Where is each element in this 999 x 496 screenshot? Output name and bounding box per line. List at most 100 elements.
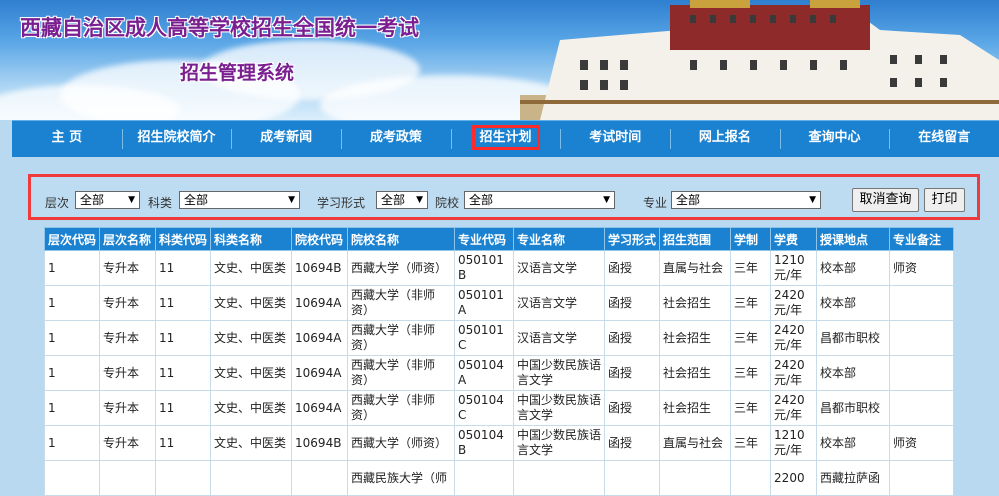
table-cell: 社会招生 xyxy=(659,390,732,426)
table-cell: 中国少数民族语言文学 xyxy=(513,390,606,426)
table-cell xyxy=(889,460,955,496)
table-cell: 函授 xyxy=(604,355,661,391)
table-cell xyxy=(513,460,606,496)
major-select[interactable]: 全部 ▼ xyxy=(671,191,821,209)
table-cell: 函授 xyxy=(604,285,661,321)
table-cell: 函授 xyxy=(604,425,661,461)
nav-item-school-intro[interactable]: 招生院校简介 xyxy=(121,121,232,157)
table-cell: 1 xyxy=(43,355,101,391)
table-cell: 专升本 xyxy=(99,285,157,321)
chevron-down-icon: ▼ xyxy=(603,195,610,205)
table-cell: 西藏大学（非师资） xyxy=(347,285,456,321)
major-label: 专业 xyxy=(643,196,668,210)
table-cell: 校本部 xyxy=(816,425,891,461)
table-row[interactable]: 1 专升本 11 文史、中医类 10694A 西藏大学（非师资） 050101A 汉语言文学函… xyxy=(43,285,955,321)
table-cell: 专升本 xyxy=(99,250,157,286)
table-cell: 文史、中医类 xyxy=(210,320,293,356)
table-cell: 10694A xyxy=(291,285,349,321)
table-cell: 050101A xyxy=(454,285,515,321)
table-cell xyxy=(291,460,349,496)
column-header: 学制 xyxy=(730,227,772,251)
nav-item-exam-time[interactable]: 考试时间 xyxy=(560,121,670,157)
table-cell: 10694A xyxy=(291,390,349,426)
table-cell: 2200 xyxy=(770,460,818,496)
table-cell: 西藏大学（非师资） xyxy=(347,320,456,356)
nav-item-exam-policy[interactable]: 成考政策 xyxy=(341,121,451,157)
table-cell xyxy=(210,460,293,496)
school-select[interactable]: 全部 ▼ xyxy=(464,191,615,209)
column-header: 层次代码 xyxy=(43,227,101,251)
table-cell: 11 xyxy=(155,285,212,321)
site-title: 西藏自治区成人高等学校招生全国统一考试 xyxy=(20,15,419,40)
table-cell: 昌都市职校 xyxy=(816,390,891,426)
nav-item-home[interactable]: 主 页 xyxy=(12,121,122,157)
table-cell: 10694A xyxy=(291,320,349,356)
level-select[interactable]: 全部 ▼ xyxy=(75,191,140,209)
table-cell: 函授 xyxy=(604,250,661,286)
table-cell: 专升本 xyxy=(99,355,157,391)
nav-item-online-message[interactable]: 在线留言 xyxy=(889,121,999,157)
table-cell: 师资 xyxy=(889,425,955,461)
study-form-select[interactable]: 全部 ▼ xyxy=(376,191,428,209)
nav-item-enrollment-plan[interactable]: 招生计划 xyxy=(450,121,561,157)
table-row[interactable]: 1 专升本 11 文史、中医类 10694A 西藏大学（非师资） 050101C 汉语言文学函… xyxy=(43,320,955,356)
table-cell: 师资 xyxy=(889,250,955,286)
table-cell: 专升本 xyxy=(99,320,157,356)
school-label: 院校 xyxy=(435,196,460,210)
table-cell: 直属与社会 xyxy=(659,425,732,461)
category-label: 科类 xyxy=(148,196,173,210)
table-cell: 社会招生 xyxy=(659,285,732,321)
table-cell: 11 xyxy=(155,425,212,461)
table-cell xyxy=(659,460,732,496)
table-cell xyxy=(889,320,955,356)
table-cell: 10694B xyxy=(291,250,349,286)
table-cell: 西藏大学（师资） xyxy=(347,425,456,461)
table-cell: 050101C xyxy=(454,320,515,356)
table-cell: 11 xyxy=(155,390,212,426)
column-header: 招生范围 xyxy=(659,227,732,251)
table-row[interactable]: 1 专升本 11 文史、中医类 10694A 西藏大学（非师资） 050104A 中国少数民族… xyxy=(43,355,955,391)
table-cell: 10694B xyxy=(291,425,349,461)
category-select[interactable]: 全部 ▼ xyxy=(179,191,300,209)
table-header-row: 层次代码 层次名称 科类代码 科类名称 院校代码 院校名称 专业代码 专业名称 学习形式 招生范围… xyxy=(43,227,955,251)
column-header: 专业代码 xyxy=(454,227,515,251)
nav-item-query-center[interactable]: 查询中心 xyxy=(779,121,890,157)
study-form-label: 学习形式 xyxy=(317,196,366,210)
table-cell: 2420元/年 xyxy=(770,390,818,426)
table-cell: 050104B xyxy=(454,425,515,461)
table-cell: 050101B xyxy=(454,250,515,286)
table-cell: 050104A xyxy=(454,355,515,391)
column-header: 专业备注 xyxy=(889,227,955,251)
table-cell xyxy=(889,390,955,426)
table-row[interactable]: 1 专升本 11 文史、中医类 10694A 西藏大学（非师资） 050104C 中国少数民族… xyxy=(43,390,955,426)
level-label: 层次 xyxy=(45,196,70,210)
table-cell: 西藏大学（非师资） xyxy=(347,390,456,426)
print-button[interactable]: 打印 xyxy=(924,188,965,212)
table-cell: 1 xyxy=(43,250,101,286)
table-row[interactable]: 1 专升本 11 文史、中医类 10694B 西藏大学（师资） 050101B 汉语言文学 函授… xyxy=(43,250,955,286)
column-header: 院校代码 xyxy=(291,227,349,251)
cancel-query-button[interactable]: 取消查询 xyxy=(852,188,919,212)
table-cell: 10694A xyxy=(291,355,349,391)
table-cell xyxy=(454,460,515,496)
chevron-down-icon: ▼ xyxy=(288,195,295,205)
table-cell: 文史、中医类 xyxy=(210,390,293,426)
table-row[interactable]: 西藏民族大学（师 2200 西藏拉萨函 xyxy=(43,460,955,496)
nav-item-exam-news[interactable]: 成考新闻 xyxy=(231,121,341,157)
table-cell: 1210元/年 xyxy=(770,250,818,286)
table-cell: 直属与社会 xyxy=(659,250,732,286)
column-header: 学习形式 xyxy=(604,227,661,251)
table-cell: 西藏大学（师资） xyxy=(347,250,456,286)
filter-bar: 层次 全部 ▼ 科类 全部 ▼ 学习形式 全部 ▼ 院校 全部 ▼ 专业 全部 ▼ 取消查… xyxy=(28,174,980,220)
table-cell: 文史、中医类 xyxy=(210,425,293,461)
table-cell xyxy=(730,460,772,496)
table-cell xyxy=(43,460,101,496)
table-cell: 三年 xyxy=(730,425,772,461)
table-cell: 汉语言文学 xyxy=(513,250,606,286)
table-row[interactable]: 1 专升本 11 文史、中医类 10694B 西藏大学（师资） 050104B 中国少数民族语… xyxy=(43,425,955,461)
table-cell: 1 xyxy=(43,320,101,356)
main-nav: 主 页 招生院校简介 成考新闻 成考政策 招生计划 考试时间 网上报名 查询中心… xyxy=(12,120,999,157)
chevron-down-icon: ▼ xyxy=(128,195,135,205)
nav-item-online-registration[interactable]: 网上报名 xyxy=(670,121,780,157)
table-cell: 昌都市职校 xyxy=(816,320,891,356)
